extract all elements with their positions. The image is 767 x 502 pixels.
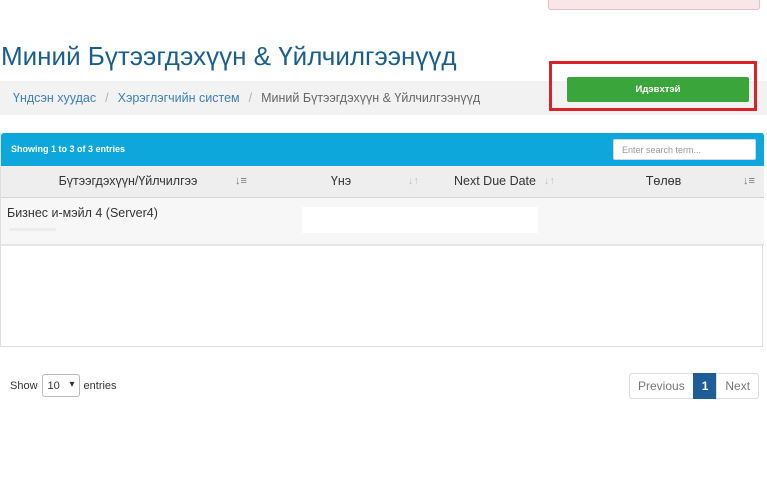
breadcrumb-current: Миний Бүтээгдэхүүн & Үйлчилгээнүүд (261, 91, 481, 105)
status-active-button[interactable]: Идэвхтэй (567, 77, 749, 102)
breadcrumb-home[interactable]: Үндсэн хуудас (13, 91, 96, 105)
table-header: Бүтээгдэхүүн/Үйлчилгээ ↓≡ Үнэ ↓↑ Next Du… (1, 166, 764, 198)
top-alert-banner (548, 0, 760, 10)
search-input[interactable] (613, 139, 756, 160)
show-label: Show (10, 379, 38, 392)
page-length-value: 10 (47, 379, 60, 392)
sort-amount-down-icon: ↓≡ (235, 175, 247, 187)
column-header-price[interactable]: Үнэ ↓↑ (255, 166, 427, 197)
table-row[interactable]: Бизнес и-мэйл 4 (Server4) (1, 198, 764, 246)
price-cell (302, 207, 429, 233)
pagination-previous[interactable]: Previous (629, 373, 694, 399)
table-info: Showing 1 to 3 of 3 entries (11, 144, 126, 154)
column-header-product[interactable]: Бүтээгдэхүүн/Үйлчилгээ ↓≡ (1, 166, 255, 197)
column-label: Үнэ (330, 174, 352, 188)
products-table: Showing 1 to 3 of 3 entries Бүтээгдэхүүн… (0, 133, 764, 347)
column-header-status[interactable]: Төлөв ↓≡ (563, 166, 764, 197)
page-length-select[interactable]: 10 ▾ (41, 374, 80, 397)
pagination-next[interactable]: Next (716, 373, 760, 399)
next-due-date-cell (429, 207, 538, 233)
length-control: Show 10 ▾ entries (10, 374, 117, 397)
product-name: Бизнес и-мэйл 4 (Server4) (7, 206, 158, 220)
sort-amount-down-icon: ↓≡ (743, 175, 755, 187)
entries-label: entries (83, 379, 117, 392)
product-domain-placeholder (9, 228, 56, 231)
breadcrumb-separator: / (105, 91, 109, 105)
breadcrumb-client-area[interactable]: Хэрэглэгчийн систем (118, 91, 240, 105)
pagination: Previous 1 Next (629, 373, 760, 399)
chevron-down-icon: ▾ (69, 379, 75, 390)
column-label: Бүтээгдэхүүн/Үйлчилгээ (58, 174, 198, 188)
breadcrumb-separator: / (248, 91, 253, 105)
sort-icon: ↓↑ (408, 175, 419, 187)
sort-icon: ↓↑ (544, 175, 555, 187)
page-title: Миний Бүтээгдэхүүн & Үйлчилгээнүүд (1, 41, 457, 71)
table-toolbar: Showing 1 to 3 of 3 entries (1, 133, 764, 166)
pagination-page-1[interactable]: 1 (692, 373, 718, 399)
column-label: Төлөв (645, 174, 682, 188)
column-header-next-due-date[interactable]: Next Due Date ↓↑ (427, 166, 563, 197)
column-label: Next Due Date (454, 174, 536, 188)
